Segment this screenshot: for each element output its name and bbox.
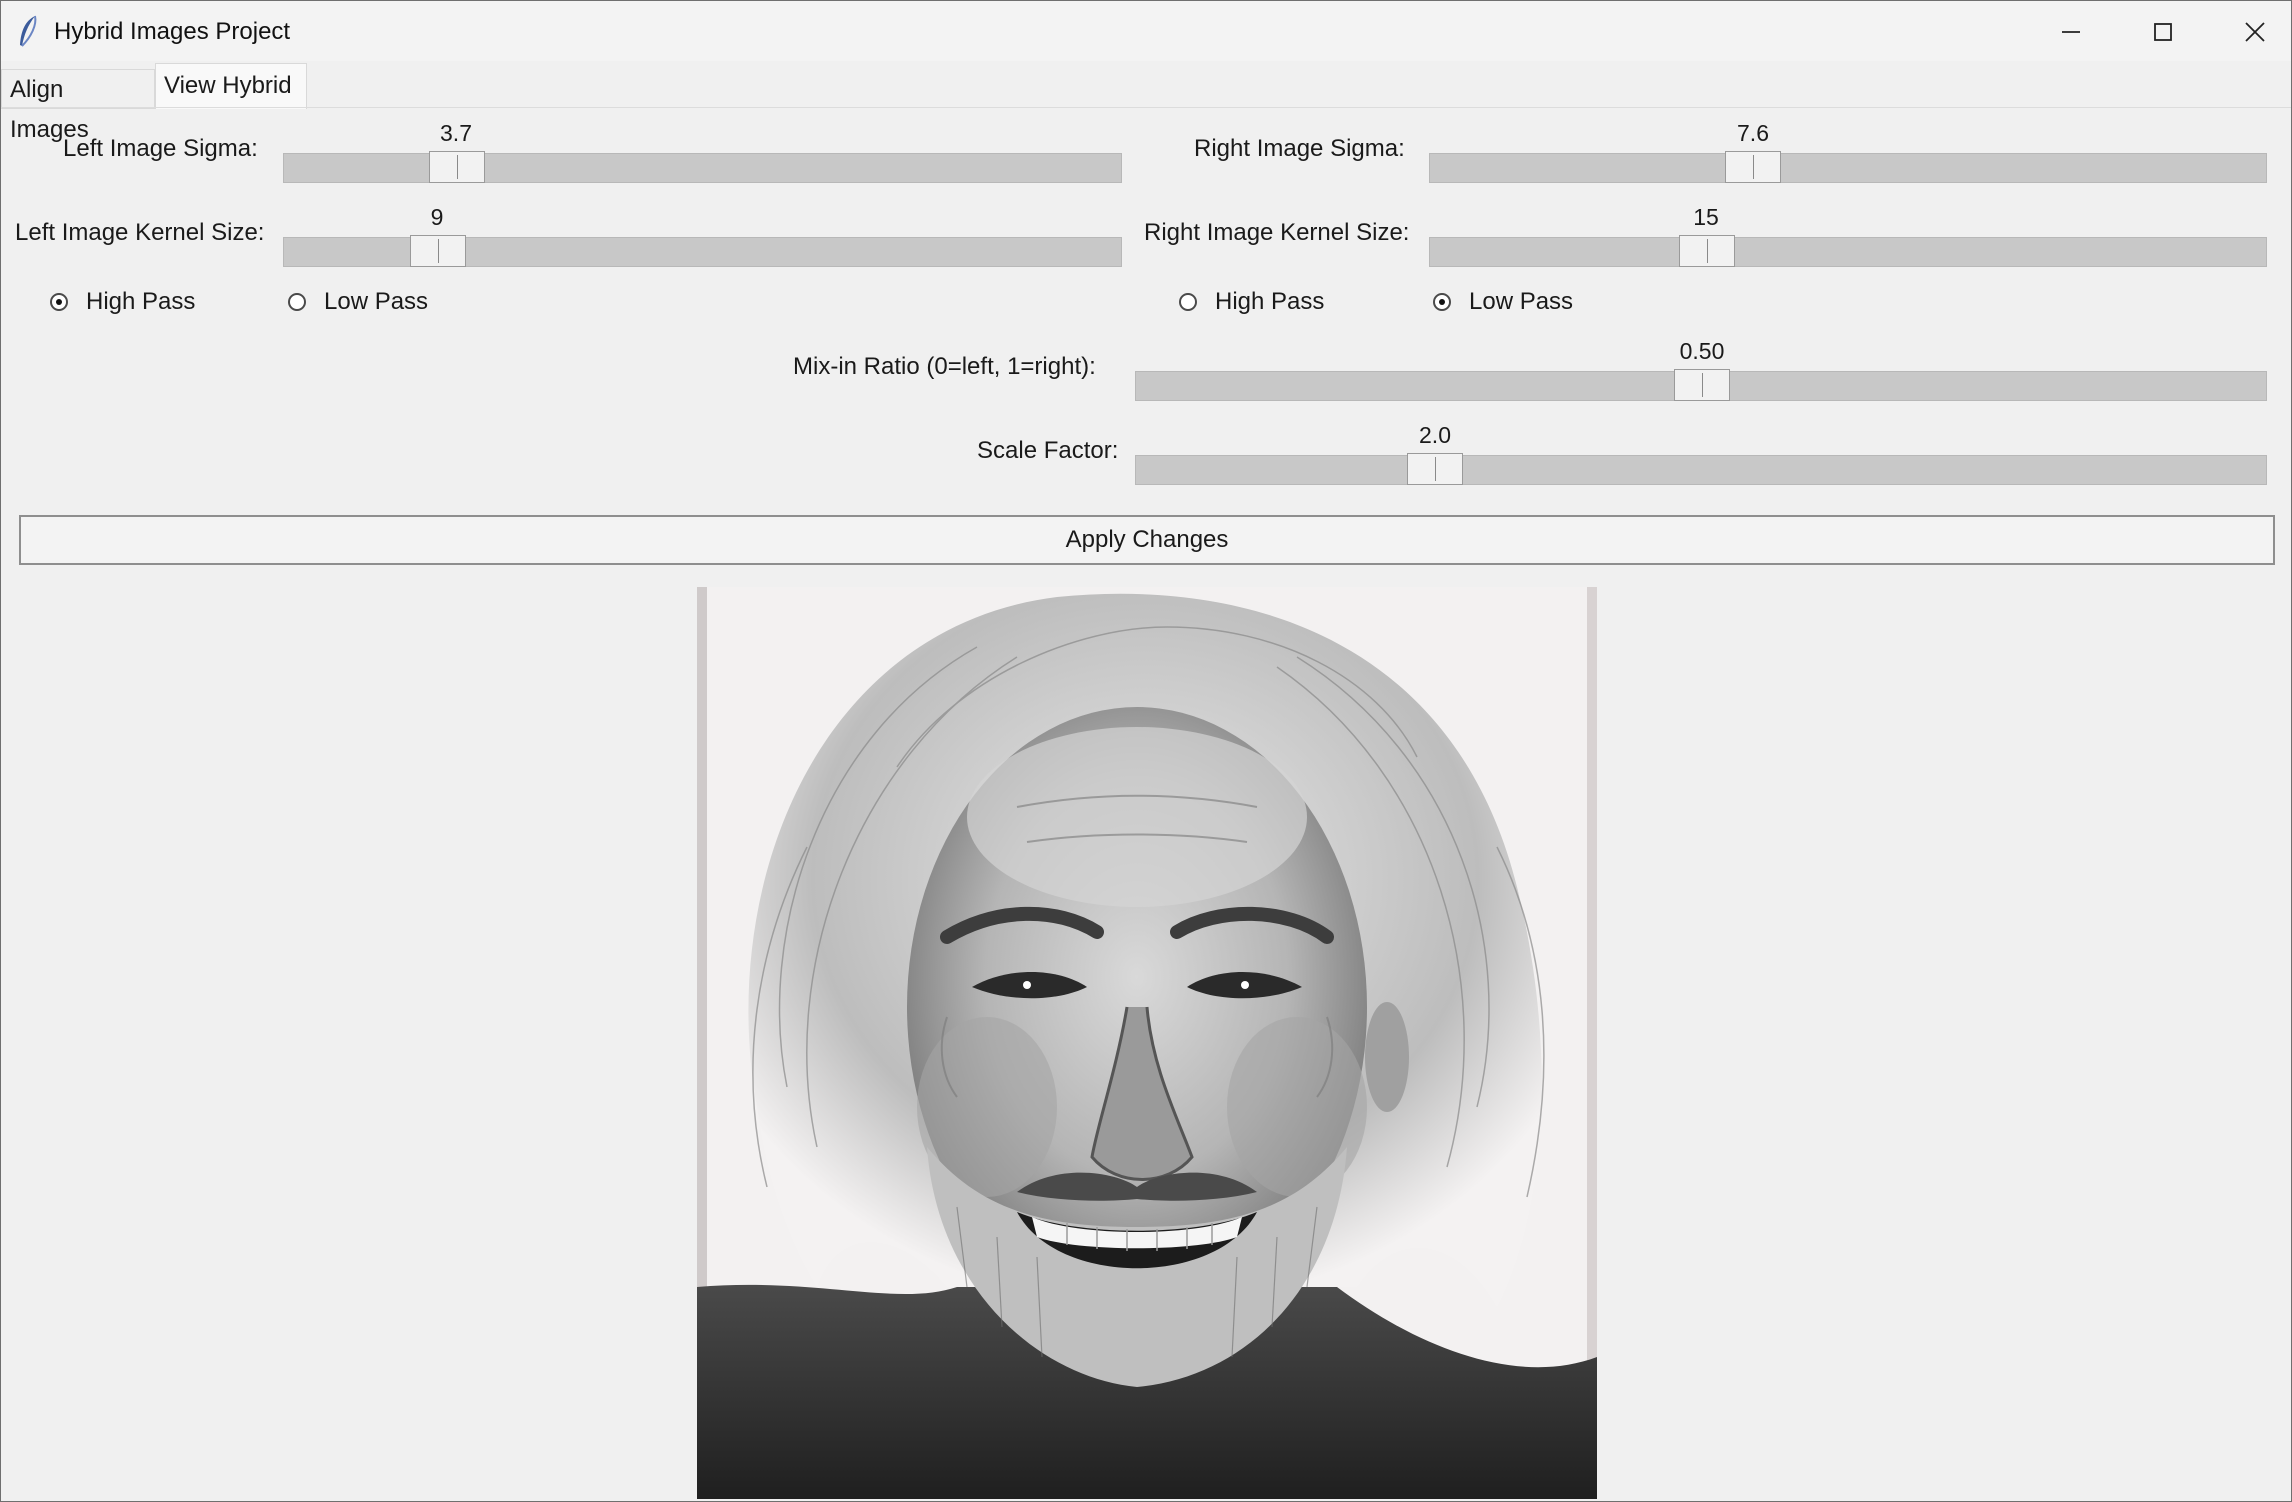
- left-kernel-slider[interactable]: [283, 235, 1122, 267]
- left-high-pass-label: High Pass: [86, 288, 196, 315]
- left-sigma-label: Left Image Sigma:: [63, 135, 258, 162]
- scale-factor-slider-thumb[interactable]: [1407, 453, 1463, 485]
- apply-changes-button[interactable]: Apply Changes: [19, 515, 2275, 565]
- left-low-pass-radio-dot: [288, 293, 306, 311]
- tab-align-images[interactable]: Align Images: [1, 69, 155, 143]
- right-kernel-slider-thumb[interactable]: [1679, 235, 1735, 267]
- right-kernel-slider[interactable]: [1429, 235, 2267, 267]
- left-kernel-label: Left Image Kernel Size:: [15, 219, 265, 246]
- minimize-icon: [2062, 31, 2080, 33]
- mix-ratio-value: 0.50: [1679, 338, 1725, 364]
- title-bar[interactable]: Hybrid Images Project: [1, 1, 2291, 61]
- close-icon: [2245, 22, 2265, 42]
- right-sigma-slider[interactable]: [1429, 151, 2267, 183]
- app-window: Hybrid Images Project Align Images View …: [0, 0, 2292, 1502]
- left-low-pass-label: Low Pass: [324, 288, 429, 315]
- minimize-button[interactable]: [2024, 1, 2116, 61]
- maximize-icon: [2154, 23, 2172, 41]
- right-sigma-label: Right Image Sigma:: [1194, 135, 1405, 162]
- scale-factor-label: Scale Factor:: [977, 437, 1119, 464]
- scale-factor-value: 2.0: [1419, 422, 1451, 448]
- mix-ratio-label: Mix-in Ratio (0=left, 1=right):: [793, 353, 1096, 380]
- maximize-button[interactable]: [2116, 1, 2208, 61]
- tab-divider: [1, 107, 2291, 108]
- left-sigma-slider-thumb[interactable]: [429, 151, 485, 183]
- right-sigma-value: 7.6: [1737, 120, 1769, 146]
- left-high-pass-radio-dot: [50, 293, 68, 311]
- right-kernel-value: 15: [1693, 204, 1719, 230]
- tab-view-hybrid[interactable]: View Hybrid: [155, 63, 307, 109]
- hybrid-portrait-graphic: [697, 587, 1597, 1499]
- right-high-pass-label: High Pass: [1215, 288, 1325, 315]
- mix-ratio-slider[interactable]: [1135, 369, 2267, 401]
- left-sigma-slider[interactable]: [283, 151, 1122, 183]
- notebook-tabs: Align Images View Hybrid: [1, 63, 2291, 143]
- right-low-pass-label: Low Pass: [1469, 288, 1574, 315]
- left-kernel-value: 9: [430, 204, 444, 230]
- feather-icon: [20, 15, 37, 47]
- right-kernel-label: Right Image Kernel Size:: [1144, 219, 1410, 246]
- left-sigma-value: 3.7: [440, 120, 472, 146]
- right-sigma-slider-thumb[interactable]: [1725, 151, 1781, 183]
- close-button[interactable]: [2208, 1, 2292, 61]
- scale-factor-slider[interactable]: [1135, 453, 2267, 485]
- left-kernel-slider-thumb[interactable]: [410, 235, 466, 267]
- hybrid-image: [697, 587, 1597, 1499]
- right-high-pass-radio-dot: [1179, 293, 1197, 311]
- mix-ratio-slider-thumb[interactable]: [1674, 369, 1730, 401]
- right-low-pass-radio-dot: [1433, 293, 1451, 311]
- window-title: Hybrid Images Project: [54, 18, 291, 45]
